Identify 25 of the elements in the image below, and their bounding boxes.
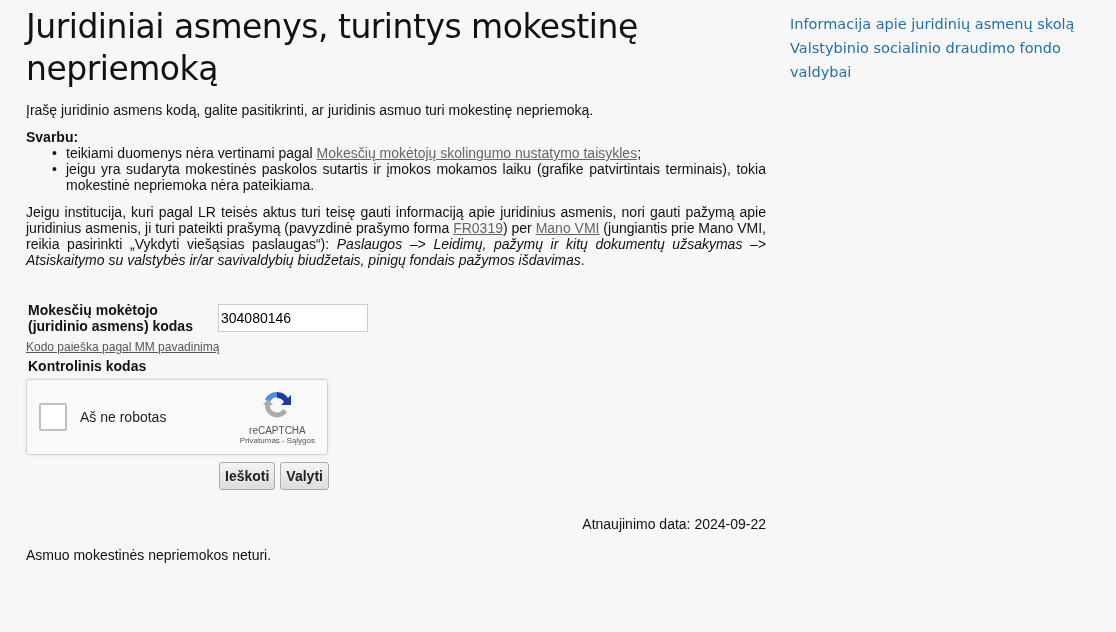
- bullet-item: teikiami duomenys nėra vertinami pagal Mokesčių mokėtojų skolingumo nustatymo taisykles;: [66, 145, 643, 161]
- captcha-checkbox[interactable]: [39, 403, 67, 431]
- control-code-label: Kontrolinis kodas: [28, 358, 147, 374]
- bullet-marker: •: [52, 145, 58, 161]
- search-button[interactable]: Ieškoti: [219, 462, 276, 490]
- inline-link[interactable]: Mano VMI: [535, 220, 600, 236]
- important-heading: Svarbu:: [26, 129, 80, 145]
- result-text: Asmuo mokestinės nepriemokos neturi.: [26, 547, 273, 563]
- sidebar-link[interactable]: Informacija apie juridinių asmenų skolą Valstybinio socialinio draudimo fondo valdybai: [790, 12, 1090, 84]
- terms-link[interactable]: Sąlygos: [286, 436, 315, 445]
- update-date: Atnaujinimo data: 2024-09-22: [581, 516, 766, 532]
- recaptcha-brand: reCAPTCHA: [249, 425, 306, 436]
- clear-button[interactable]: Valyti: [280, 462, 329, 490]
- info-paragraph: Jeigu institucija, kuri pagal LR teisės aktus turi teisę gauti informaciją apie juridinius asmenis, nori gauti pažymą apie juridinius asmenis, ji turi pateikti prašymą (pavyzdinė prašymo forma FR0319) per Mano VMI (jungiantis prie Mano VMI, reikia pasirinkti „Vykdyti viešąsias paslaugas“): Paslaugos –> Leidimų, pažymų ir kitų dokumentų užsakymas –> Atsiskaitymo su valstybės ir/ar savivaldybių biudžetais, pinigų fondais pažymos išdavimas.: [26, 204, 766, 268]
- bullet-item: jeigu yra sudaryta mokestinės paskolos sutartis ir įmokos mokamos laiku (grafike patvirtintais terminais), tokia mokestinė nepriemoka nėra pateikiama.: [66, 161, 766, 193]
- privacy-link[interactable]: Privatumas: [239, 436, 280, 445]
- page-title: Juridiniai asmenys, turintys mokestinę nepriemoką: [26, 6, 639, 90]
- bullet-marker: •: [52, 161, 58, 179]
- intro-text: Įrašę juridinio asmens kodą, galite pasitikrinti, ar juridinis asmuo turi mokestinę nepriemoką.: [26, 102, 595, 118]
- inline-link[interactable]: FR0319: [453, 220, 503, 236]
- link-separator: -: [281, 436, 285, 445]
- code-input-field[interactable]: 304080146: [218, 304, 368, 332]
- code-search-link[interactable]: Kodo paieška pagal MM pavadinimą: [26, 340, 220, 354]
- code-label: Mokesčių mokėtojo (juridinio asmens) kodas: [28, 302, 194, 334]
- captcha-label: Aš ne robotas: [80, 409, 168, 425]
